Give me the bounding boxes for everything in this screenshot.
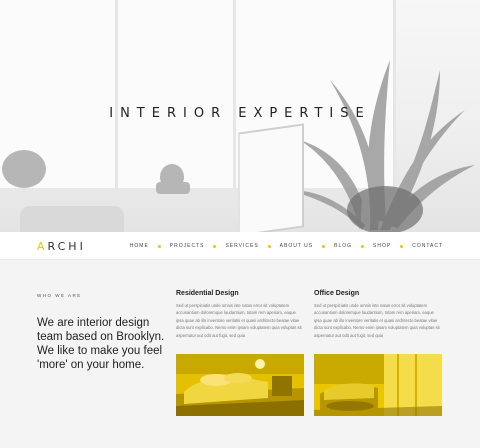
hero-vase-base bbox=[156, 182, 190, 194]
residential-image[interactable] bbox=[176, 354, 304, 416]
logo[interactable]: ARCHI bbox=[37, 240, 86, 253]
service-title[interactable]: Office Design bbox=[314, 290, 442, 297]
logo-text: RCHI bbox=[47, 240, 86, 253]
bedroom-image-icon bbox=[176, 354, 304, 416]
nav-separator-dot bbox=[400, 244, 404, 248]
nav-separator-dot bbox=[322, 244, 326, 248]
hero-title: INTERIOR EXPERTISE bbox=[109, 106, 371, 121]
logo-mark: A bbox=[37, 240, 48, 253]
service-description: Sed ut perspiciatis unde omnis iste natu… bbox=[176, 303, 302, 338]
nav-separator-dot bbox=[361, 244, 365, 248]
nav-item-about-us[interactable]: ABOUT US bbox=[280, 243, 313, 249]
hero-monitor bbox=[238, 123, 304, 232]
nav-item-blog[interactable]: BLOG bbox=[334, 243, 352, 249]
service-card-residential: Residential Design Sed ut perspiciatis u… bbox=[176, 290, 304, 339]
section-lead: We are interior design team based on Bro… bbox=[37, 317, 165, 371]
service-description: Sed ut perspiciatis unde omnis iste natu… bbox=[314, 303, 440, 338]
nav-separator-dot bbox=[213, 244, 217, 248]
nav-item-home[interactable]: HOME bbox=[130, 243, 149, 249]
hero-plant-icon bbox=[290, 60, 475, 232]
nav-separator-dot bbox=[157, 244, 161, 248]
nav-item-shop[interactable]: SHOP bbox=[373, 243, 391, 249]
nav-item-projects[interactable]: PROJECTS bbox=[170, 243, 205, 249]
office-image[interactable] bbox=[314, 354, 442, 416]
nav-menu: HOME PROJECTS SERVICES ABOUT US BLOG SHO… bbox=[130, 232, 443, 260]
hero-banner: INTERIOR EXPERTISE bbox=[0, 0, 480, 232]
hero-plant-left bbox=[2, 150, 46, 188]
main-navigation: ARCHI HOME PROJECTS SERVICES ABOUT US BL… bbox=[0, 232, 480, 260]
service-title[interactable]: Residential Design bbox=[176, 290, 304, 297]
nav-separator-dot bbox=[267, 244, 271, 248]
nav-item-contact[interactable]: CONTACT bbox=[412, 243, 443, 249]
nav-item-services[interactable]: SERVICES bbox=[225, 243, 258, 249]
hero-chair bbox=[20, 206, 124, 232]
living-room-image-icon bbox=[314, 354, 442, 416]
service-card-office: Office Design Sed ut perspiciatis unde o… bbox=[314, 290, 442, 339]
section-eyebrow: WHO WE ARE bbox=[37, 293, 82, 298]
about-section: WHO WE ARE We are interior design team b… bbox=[0, 260, 480, 448]
